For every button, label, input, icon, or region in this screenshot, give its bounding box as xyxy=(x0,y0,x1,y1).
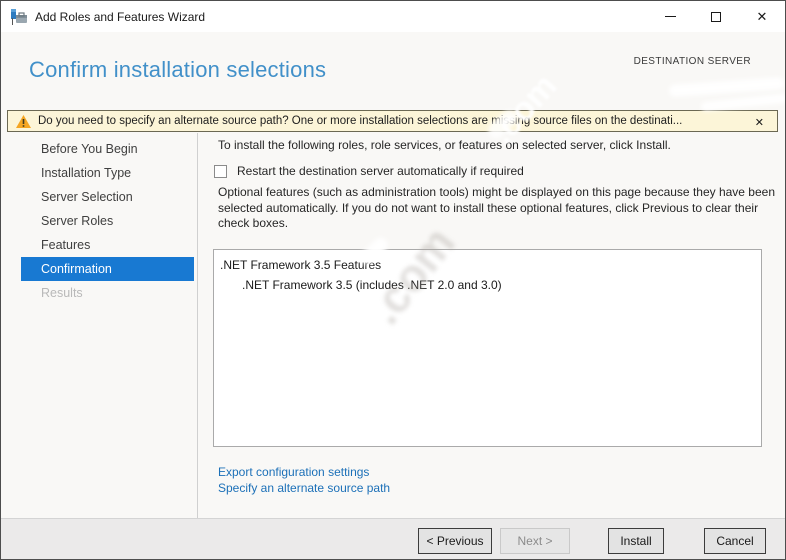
title-bar: Add Roles and Features Wizard ✕ xyxy=(1,1,785,32)
next-button: Next > xyxy=(500,528,570,554)
wizard-step-nav: Before You Begin Installation Type Serve… xyxy=(1,137,197,305)
cancel-button[interactable]: Cancel xyxy=(704,528,766,554)
export-configuration-link[interactable]: Export configuration settings xyxy=(218,465,390,481)
maximize-icon xyxy=(711,12,721,22)
destination-server-label: DESTINATION SERVER xyxy=(634,56,751,67)
warning-triangle-icon xyxy=(16,115,31,128)
footer-bar: < Previous Next > Install Cancel xyxy=(1,518,785,559)
nav-item-confirmation[interactable]: Confirmation xyxy=(21,257,194,281)
install-button[interactable]: Install xyxy=(608,528,664,554)
warning-banner: Do you need to specify an alternate sour… xyxy=(7,110,778,132)
restart-checkbox-row: Restart the destination server automatic… xyxy=(214,164,524,178)
optional-features-note: Optional features (such as administratio… xyxy=(218,185,786,232)
add-roles-features-wizard-window: Add Roles and Features Wizard ✕ Confirm … xyxy=(0,0,786,560)
nav-item-results: Results xyxy=(1,281,197,305)
list-item[interactable]: .NET Framework 3.5 Features xyxy=(214,255,761,275)
warning-close-button[interactable]: ✕ xyxy=(755,111,764,132)
selection-listbox[interactable]: .NET Framework 3.5 Features .NET Framewo… xyxy=(213,249,762,447)
nav-item-server-selection[interactable]: Server Selection xyxy=(1,185,197,209)
warning-text: Do you need to specify an alternate sour… xyxy=(38,115,682,127)
window-controls: ✕ xyxy=(647,1,785,32)
nav-item-before-you-begin[interactable]: Before You Begin xyxy=(1,137,197,161)
maximize-button[interactable] xyxy=(693,1,739,32)
previous-button[interactable]: < Previous xyxy=(418,528,492,554)
nav-item-features[interactable]: Features xyxy=(1,233,197,257)
minimize-icon xyxy=(665,16,676,17)
watermark-fragment xyxy=(669,77,785,97)
alternate-source-path-link[interactable]: Specify an alternate source path xyxy=(218,481,390,497)
intro-text: To install the following roles, role ser… xyxy=(218,138,778,152)
close-button[interactable]: ✕ xyxy=(739,1,785,32)
action-links: Export configuration settings Specify an… xyxy=(218,465,390,496)
restart-checkbox[interactable] xyxy=(214,165,227,178)
close-icon: ✕ xyxy=(757,10,768,23)
nav-item-server-roles[interactable]: Server Roles xyxy=(1,209,197,233)
restart-checkbox-label: Restart the destination server automatic… xyxy=(237,164,524,178)
watermark-fragment xyxy=(701,94,786,112)
sidebar-divider xyxy=(197,133,198,518)
page-title: Confirm installation selections xyxy=(29,57,326,83)
list-item[interactable]: .NET Framework 3.5 (includes .NET 2.0 an… xyxy=(214,275,761,295)
nav-item-installation-type[interactable]: Installation Type xyxy=(1,161,197,185)
wizard-app-icon xyxy=(11,9,28,25)
window-title: Add Roles and Features Wizard xyxy=(35,10,205,24)
minimize-button[interactable] xyxy=(647,1,693,32)
